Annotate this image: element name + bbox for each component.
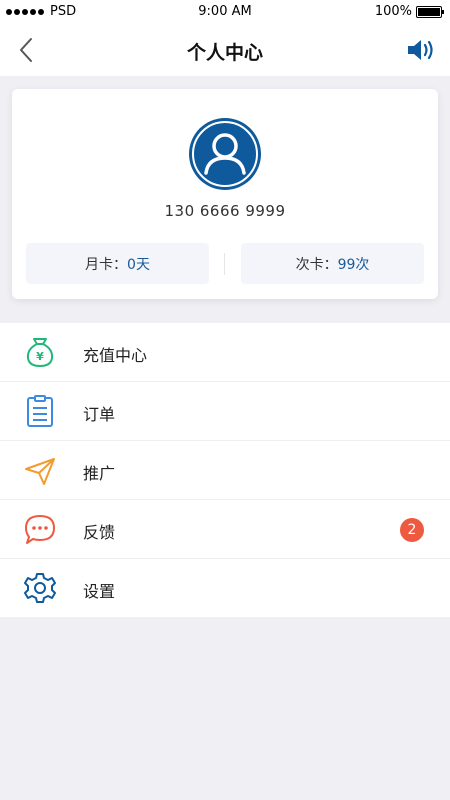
- notification-badge: 2: [400, 518, 424, 542]
- gear-icon: [23, 571, 57, 605]
- sound-button[interactable]: [406, 36, 438, 64]
- money-bag-icon: ¥: [23, 335, 57, 369]
- monthly-card-stat[interactable]: 月卡： 0天: [26, 243, 209, 284]
- battery-status: 100%: [374, 4, 444, 19]
- menu-item-label: 订单: [83, 405, 116, 424]
- count-card-stat[interactable]: 次卡： 99次: [241, 243, 424, 284]
- nav-bar: 个人中心: [0, 24, 450, 76]
- stat-divider: [224, 253, 225, 275]
- user-avatar-icon: [189, 118, 261, 190]
- battery-icon: [416, 5, 444, 18]
- phone-number: 130 6666 9999: [164, 202, 286, 220]
- menu-item-label: 充值中心: [83, 346, 148, 365]
- svg-text:¥: ¥: [36, 350, 44, 363]
- chat-bubble-icon: [23, 512, 57, 546]
- avatar[interactable]: [188, 117, 262, 191]
- menu-item-orders[interactable]: 订单: [0, 382, 450, 441]
- status-bar: PSD 9:00 AM 100%: [0, 0, 450, 24]
- battery-percent: 100%: [374, 4, 412, 19]
- menu-item-promotion[interactable]: 推广: [0, 441, 450, 500]
- menu-item-label: 推广: [83, 464, 116, 483]
- page-title: 个人中心: [186, 42, 263, 64]
- menu-list: ¥ 充值中心 订单 推广 反馈 2 设置: [0, 323, 450, 617]
- paper-plane-icon: [23, 453, 57, 487]
- menu-item-label: 反馈: [83, 523, 116, 542]
- clipboard-icon: [23, 394, 57, 428]
- monthly-card-value: 0天: [127, 256, 150, 273]
- menu-item-label: 设置: [83, 582, 116, 601]
- speaker-icon: [408, 40, 433, 60]
- menu-item-recharge[interactable]: ¥ 充值中心: [0, 323, 450, 382]
- count-card-label: 次卡：: [295, 256, 338, 273]
- profile-card: 130 6666 9999 月卡： 0天 次卡： 99次: [12, 89, 438, 299]
- menu-item-feedback[interactable]: 反馈 2: [0, 500, 450, 559]
- count-card-value: 99次: [337, 256, 370, 273]
- menu-item-settings[interactable]: 设置: [0, 559, 450, 618]
- monthly-card-label: 月卡：: [85, 256, 128, 273]
